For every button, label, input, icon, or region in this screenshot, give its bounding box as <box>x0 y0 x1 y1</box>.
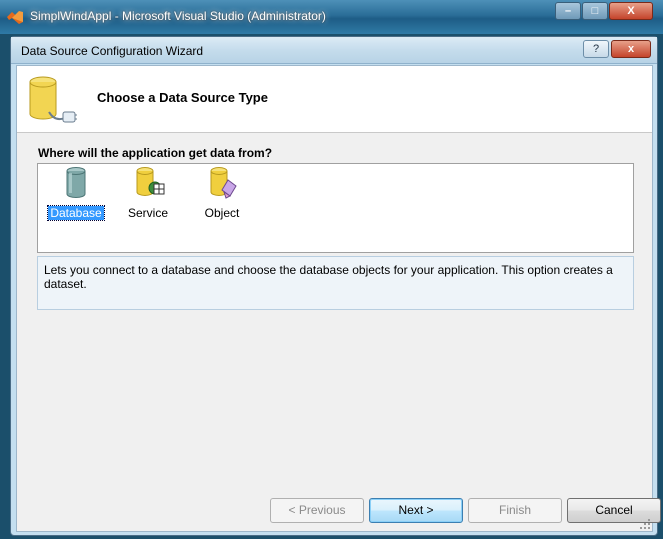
help-button[interactable]: ? <box>583 40 609 58</box>
dialog-client-area: Choose a Data Source Type Where will the… <box>16 65 661 532</box>
page-title: Choose a Data Source Type <box>97 90 268 105</box>
choice-service-label: Service <box>127 206 168 220</box>
vs-close-button[interactable]: X <box>609 2 653 20</box>
vs-minimize-button[interactable]: – <box>555 2 581 20</box>
finish-button[interactable]: Finish <box>468 498 562 523</box>
vs-maximize-button[interactable]: □ <box>582 2 608 20</box>
question-label: Where will the application get data from… <box>38 146 273 160</box>
database-icon <box>66 167 86 198</box>
object-icon <box>210 167 237 199</box>
choice-database[interactable]: Database <box>46 166 106 221</box>
dialog-close-button[interactable]: x <box>611 40 651 58</box>
database-plug-icon <box>29 76 77 123</box>
resize-grip-icon[interactable] <box>640 519 650 529</box>
wizard-button-row: < Previous Next > Finish Cancel <box>17 498 661 526</box>
choice-object-label: Object <box>204 206 240 220</box>
next-button[interactable]: Next > <box>369 498 463 523</box>
wizard-header: Choose a Data Source Type <box>17 66 652 133</box>
vs-window-controls: – □ X <box>554 2 653 20</box>
visual-studio-icon <box>7 11 23 24</box>
dialog-titlebar[interactable]: Data Source Configuration Wizard ? x <box>11 37 657 64</box>
previous-button[interactable]: < Previous <box>270 498 364 523</box>
vs-titlebar: SimplWindAppl - Microsoft Visual Studio … <box>0 0 663 34</box>
choice-service[interactable]: Service <box>118 166 178 220</box>
data-source-type-list[interactable]: Database Service Object <box>37 163 634 253</box>
data-source-wizard-dialog: Data Source Configuration Wizard ? x Cho… <box>10 36 661 536</box>
choice-database-label: Database <box>47 205 105 221</box>
dialog-controls: ? x <box>581 40 651 58</box>
choice-description: Lets you connect to a database and choos… <box>37 256 634 310</box>
vs-window-title: SimplWindAppl - Microsoft Visual Studio … <box>30 9 326 23</box>
choice-object[interactable]: Object <box>192 166 252 220</box>
dialog-title: Data Source Configuration Wizard <box>21 44 204 58</box>
service-icon <box>136 167 165 196</box>
